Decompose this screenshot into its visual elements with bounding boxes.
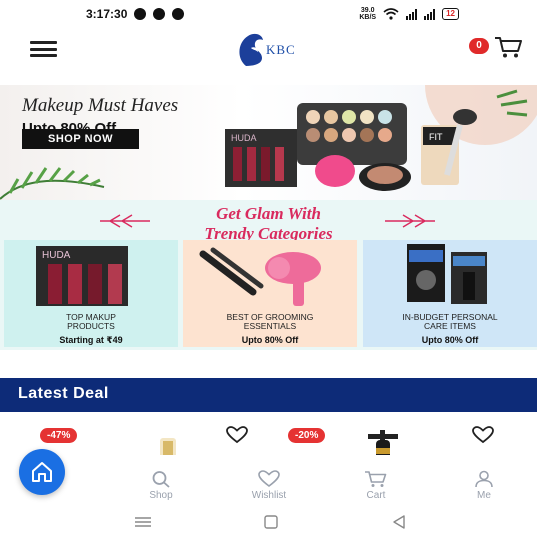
categories-heading-line1: Get Glam With [216,204,321,223]
recents-icon[interactable] [133,515,153,529]
nav-wishlist[interactable]: Wishlist [234,470,304,502]
category-name-line2: ESSENTIALS [243,321,297,331]
logo-text: KBC [266,42,296,57]
grooming-products-image [199,247,321,306]
wishlist-heart-icon[interactable] [472,426,494,444]
shop-now-button[interactable]: SHOP NOW [22,129,139,149]
wifi-icon [383,8,399,20]
menu-icon[interactable] [30,41,57,57]
category-offer: Starting at ₹49 [59,335,123,345]
hero-fit-label: FIT [429,132,443,142]
palm-leaf-decoration [0,167,105,200]
category-name-line2: PRODUCTS [67,321,115,331]
cart-icon [365,471,387,487]
home-icon [32,462,52,482]
logo[interactable]: KBC [232,28,324,68]
nav-shop[interactable]: Shop [126,470,196,502]
categories-heading: Get Glam With Trendy Categories [0,204,537,244]
category-offer: Upto 80% Off [421,335,479,345]
discount-badge: -20% [288,428,326,443]
category-name: IN-BUDGET PERSONAL CARE ITEMS [363,313,537,331]
status-left: 3:17:30 [86,7,185,21]
network-speed: 39.0 KB/S [359,7,376,21]
hero-products-image: HUDA FIT [225,85,537,191]
discount-badge: -47% [40,428,78,443]
flourish-right-icon [385,214,435,228]
card-huda-label: HUDA [42,250,71,261]
category-card-grooming[interactable]: BEST OF GROOMING ESSENTIALS Upto 80% Off [183,240,357,347]
nav-cart-label: Cart [366,490,386,501]
nav-wishlist-label: Wishlist [251,490,287,501]
hero-banner[interactable]: Makeup Must Haves Upto 80% Off SHOP NOW … [0,85,537,200]
home-button[interactable] [19,449,65,495]
category-card-personal-care[interactable]: IN-BUDGET PERSONAL CARE ITEMS Upto 80% O… [363,240,537,347]
latest-deal-title: Latest Deal [18,385,109,402]
signal-2-icon [424,8,436,20]
category-name-line2: CARE ITEMS [424,321,476,331]
hero-title: Makeup Must Haves [22,95,179,116]
notification-app-icon [153,8,166,20]
category-name: TOP MAKUP PRODUCTS [4,313,178,331]
profile-icon [475,470,493,488]
latest-deal-bar: Latest Deal [0,378,537,412]
category-offer: Upto 80% Off [241,335,299,345]
categories-section: Get Glam With Trendy Categories HUDA TOP… [0,200,537,350]
app-header: KBC 0 [0,28,537,72]
notification-bell-icon [134,8,147,20]
notification-messenger-icon [172,8,185,20]
heart-icon [258,470,280,488]
cart-icon [495,37,522,58]
back-icon[interactable] [389,515,409,529]
status-right: 39.0 KB/S 12 [359,7,459,21]
category-name: BEST OF GROOMING ESSENTIALS [183,313,357,331]
personal-care-products-image [407,244,487,304]
network-speed-value: 39.0 [360,7,375,14]
nav-shop-label: Shop [149,490,173,501]
status-bar: 3:17:30 39.0 KB/S 12 [0,0,537,28]
cart-count-badge: 0 [469,38,489,54]
hero-huda-label: HUDA [231,133,257,143]
network-speed-unit: KB/S [359,14,377,21]
header-cart-button[interactable]: 0 [469,35,529,61]
search-icon [152,471,170,488]
status-time: 3:17:30 [86,7,128,21]
nav-me[interactable]: Me [449,470,519,502]
nav-cart[interactable]: Cart [341,470,411,502]
nav-me-label: Me [477,490,491,501]
system-nav-bar [0,507,537,537]
signal-icon [406,8,418,20]
wishlist-heart-icon[interactable] [226,426,248,444]
category-card-makeup[interactable]: HUDA TOP MAKUP PRODUCTS Starting at ₹49 [4,240,178,347]
battery-indicator: 12 [442,8,459,20]
home-circle-icon[interactable] [261,515,281,529]
makeup-products-image: HUDA [36,246,128,306]
